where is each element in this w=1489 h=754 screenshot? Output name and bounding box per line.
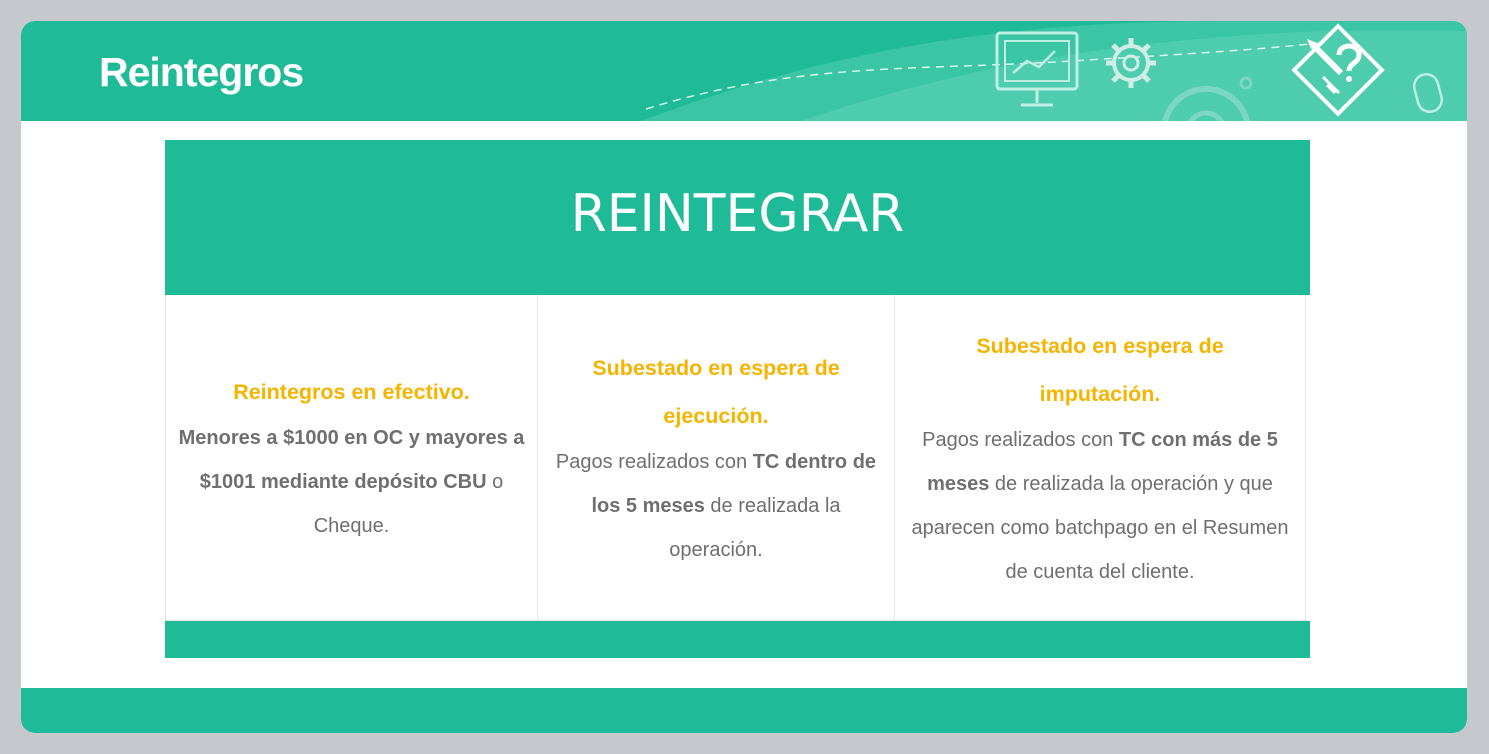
card-title: REINTEGRAR — [570, 184, 905, 244]
monitor-chart-icon — [995, 31, 1079, 107]
column-body-text: Pagos realizados con — [922, 428, 1119, 451]
column-body: Pagos realizados con TC dentro de los 5 … — [548, 440, 884, 572]
column-title: Subestado en espera de ejecución. — [592, 355, 840, 428]
column-title: Reintegros en efectivo. — [233, 379, 470, 404]
column-body: Menores a $1000 en OC y mayores a $1001 … — [176, 416, 527, 548]
pencil-question-diamond-icon — [1291, 23, 1385, 117]
mouse-icon — [1413, 72, 1443, 114]
footer-banner — [21, 688, 1467, 733]
column-body-text: Pagos realizados con — [555, 450, 753, 473]
column-espera-ejecucion: Subestado en espera de ejecución. Pagos … — [537, 295, 895, 621]
header-banner: Reintegros — [21, 21, 1467, 121]
column-body-bold: Menores a $1000 en OC y mayores a $1001 … — [178, 426, 525, 493]
reintegrar-card: REINTEGRAR Reintegros en efectivo. Menor… — [165, 140, 1310, 658]
column-efectivo: Reintegros en efectivo. Menores a $1000 … — [165, 295, 538, 621]
brand-title: Reintegros — [99, 49, 304, 95]
column-body: Pagos realizados con TC con más de 5 mes… — [905, 418, 1295, 594]
column-title: Subestado en espera de imputación. — [976, 333, 1224, 406]
card-footer-bar — [165, 621, 1310, 658]
slide: Reintegros REINTEGRAR Reintegros en efec… — [21, 21, 1467, 733]
column-espera-imputacion: Subestado en espera de imputación. Pagos… — [894, 295, 1306, 621]
cog-large-icon — [1162, 76, 1253, 121]
card-header: REINTEGRAR — [165, 140, 1310, 295]
